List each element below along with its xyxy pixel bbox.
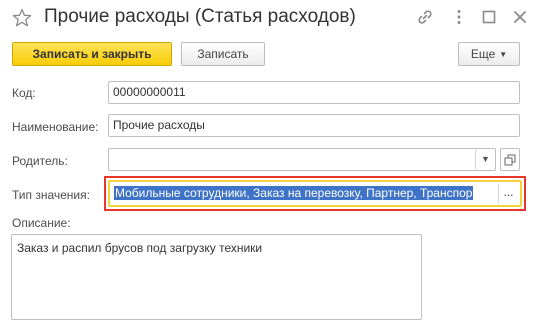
open-window-icon [504,154,516,166]
value-type-selected-text: Мобильные сотрудники, Заказ на перевозку… [114,186,474,200]
parent-dropdown-button[interactable]: ▼ [475,149,495,170]
dropdown-arrow-icon: ▼ [499,50,508,59]
window-title: Прочие расходы (Статья расходов) [44,6,356,27]
name-field[interactable]: Прочие расходы [108,114,520,137]
close-icon[interactable] [511,8,529,26]
parent-field[interactable] [108,148,496,171]
value-type-text-container: Мобильные сотрудники, Заказ на перевозку… [114,185,494,202]
more-button[interactable]: Еще ▼ [458,42,520,66]
more-label: Еще [470,47,496,61]
name-label: Наименование: [12,120,99,134]
star-icon[interactable] [12,8,32,28]
save-and-close-label: Записать и закрыть [32,47,152,61]
save-label: Записать [197,47,249,61]
chevron-down-icon: ▼ [481,154,490,164]
code-field[interactable]: 00000000011 [108,81,520,104]
more-vert-icon[interactable] [450,8,468,26]
value-type-select-button[interactable]: ... [498,184,518,203]
save-button[interactable]: Записать [181,42,265,66]
parent-open-button[interactable] [500,148,520,171]
code-label: Код: [12,86,36,100]
link-icon[interactable] [416,8,434,26]
title-bar: Прочие расходы (Статья расходов) [0,0,540,38]
parent-label: Родитель: [12,154,68,168]
value-type-label: Тип значения: [12,188,90,202]
maximize-icon[interactable] [480,8,498,26]
save-and-close-button[interactable]: Записать и закрыть [12,42,172,66]
toolbar: Записать и закрыть Записать Еще ▼ [0,42,540,68]
description-textarea[interactable]: Заказ и распил брусов под загрузку техни… [11,234,422,320]
value-type-field[interactable]: Мобильные сотрудники, Заказ на перевозку… [108,180,522,207]
description-label: Описание: [12,216,71,230]
